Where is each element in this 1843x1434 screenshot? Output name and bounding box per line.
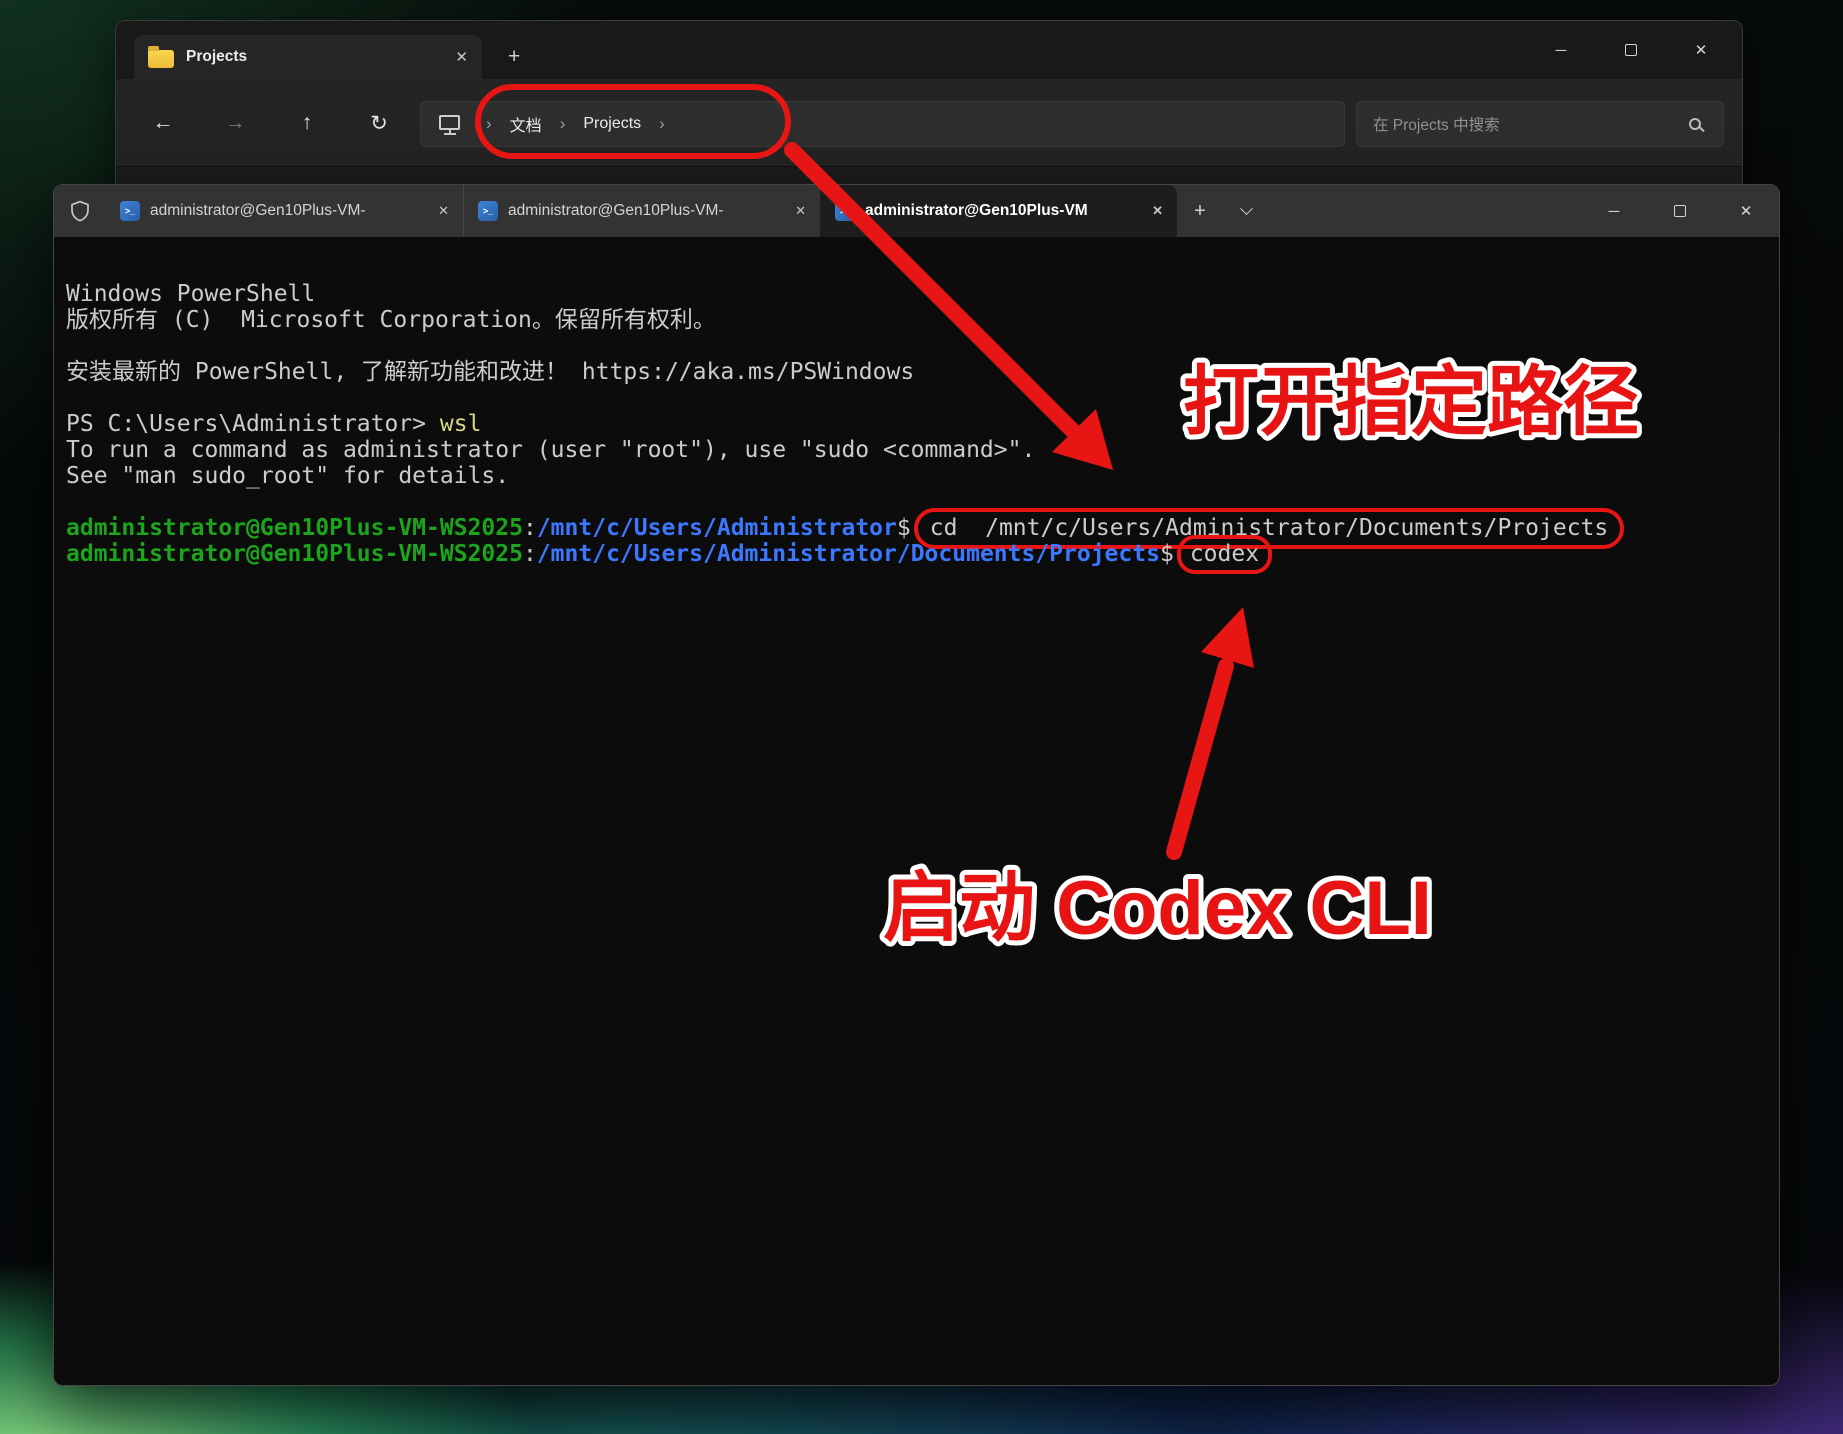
terminal-tab[interactable]: >_ administrator@Gen10Plus-VM- ✕ [463,185,820,237]
terminal-minimize-button[interactable]: ─ [1581,185,1647,237]
address-bar[interactable]: › 文档 › Projects › [420,101,1345,147]
terminal-tabbar: >_ administrator@Gen10Plus-VM- ✕ >_ administ… [54,185,1779,237]
explorer-minimize-button[interactable]: ─ [1526,27,1596,73]
chevron-down-icon [1240,202,1253,215]
chevron-right-icon[interactable]: › [548,114,578,134]
explorer-close-button[interactable]: ✕ [1666,27,1736,73]
terminal-text: 安装最新的 PowerShell, 了解新功能和改进！ https://aka.… [66,359,914,385]
terminal-close-button[interactable]: ✕ [1713,185,1779,237]
terminal-line: Windows PowerShell [66,281,1765,307]
terminal-text: administrator@Gen10Plus-VM-WS2025 [66,515,523,541]
forward-button[interactable]: → [214,111,256,135]
terminal-line [66,385,1765,411]
explorer-toolbar: ← → ↑ ↻ › 文档 › Projects › 在 Projects 中搜索 [116,79,1742,167]
explorer-tab-close-icon[interactable]: ✕ [455,50,468,65]
terminal-tab-label: administrator@Gen10Plus-VM [865,202,1142,220]
explorer-tab-projects[interactable]: Projects ✕ [134,35,482,79]
windows-terminal-window: >_ administrator@Gen10Plus-VM- ✕ >_ administ… [53,184,1780,1386]
terminal-text: : [523,515,537,541]
terminal-line: To run a command as administrator (user … [66,437,1765,463]
explorer-nav-buttons: ← → ↑ ↻ [142,79,400,167]
explorer-titlebar: Projects ✕ + ─ ✕ [116,21,1742,79]
powershell-icon: >_ [478,201,498,221]
desktop-wallpaper: Projects ✕ + ─ ✕ ← → ↑ ↻ › 文档 › Proj [0,0,1843,1434]
breadcrumb-item-documents[interactable]: 文档 [508,110,544,138]
back-button[interactable]: ← [142,111,184,135]
terminal-tab[interactable]: >_ administrator@Gen10Plus-VM ✕ [820,185,1177,237]
powershell-icon: >_ [835,201,855,221]
refresh-button[interactable]: ↻ [358,111,400,136]
terminal-text: $ [1160,541,1174,567]
terminal-text: : [523,541,537,567]
tab-close-icon[interactable]: ✕ [438,203,449,219]
explorer-search-box[interactable]: 在 Projects 中搜索 [1356,101,1724,147]
terminal-text: Windows PowerShell [66,281,315,307]
terminal-line [66,333,1765,359]
terminal-text: 版权所有 (C) Microsoft Corporation。保留所有权利。 [66,307,716,333]
terminal-line: administrator@Gen10Plus-VM-WS2025:/mnt/c… [66,515,1765,541]
terminal-text: wsl [440,411,482,437]
terminal-text: $ [897,515,911,541]
terminal-tab-strip: >_ administrator@Gen10Plus-VM- ✕ >_ administ… [106,185,1177,237]
terminal-maximize-button[interactable] [1647,185,1713,237]
terminal-new-tab-button[interactable]: + [1177,185,1223,237]
terminal-line: PS C:\Users\Administrator> wsl [66,411,1765,437]
terminal-line: 安装最新的 PowerShell, 了解新功能和改进！ https://aka.… [66,359,1765,385]
chevron-right-icon[interactable]: › [647,114,677,134]
terminal-text: To run a command as administrator (user … [66,437,1035,463]
codex-command-highlight: codex [1177,535,1272,574]
folder-icon [148,50,174,68]
search-icon [1689,118,1701,130]
chevron-right-icon[interactable]: › [474,114,504,134]
terminal-dropdown-button[interactable] [1223,185,1269,237]
terminal-text: See "man sudo_root" for details. [66,463,509,489]
tab-close-icon[interactable]: ✕ [1152,203,1163,219]
explorer-maximize-button[interactable] [1596,27,1666,73]
terminal-tab-label: administrator@Gen10Plus-VM- [150,202,428,220]
terminal-text: administrator@Gen10Plus-VM-WS2025 [66,541,523,567]
terminal-text: PS C:\Users\Administrator> [66,411,440,437]
terminal-text: /mnt/c/Users/Administrator/Documents/Pro… [537,541,1160,567]
explorer-new-tab-button[interactable]: + [508,45,520,69]
maximize-icon [1625,44,1637,56]
terminal-text: /mnt/c/Users/Administrator [537,515,897,541]
breadcrumb-item-projects[interactable]: Projects [581,113,643,135]
admin-shield-icon [54,185,106,237]
explorer-window-controls: ─ ✕ [1526,21,1736,79]
tab-close-icon[interactable]: ✕ [795,203,806,219]
terminal-screen: Windows PowerShell版权所有 (C) Microsoft Cor… [54,237,1779,567]
this-pc-icon [439,115,460,130]
terminal-line: See "man sudo_root" for details. [66,463,1765,489]
terminal-line: 版权所有 (C) Microsoft Corporation。保留所有权利。 [66,307,1765,333]
up-button[interactable]: ↑ [286,111,328,135]
powershell-icon: >_ [120,201,140,221]
terminal-tab-label: administrator@Gen10Plus-VM- [508,202,785,220]
maximize-icon [1674,205,1686,217]
terminal-tab[interactable]: >_ administrator@Gen10Plus-VM- ✕ [106,185,463,237]
terminal-window-controls: ─ ✕ [1581,185,1779,237]
tabbar-spacer [1269,185,1581,237]
explorer-tab-title: Projects [186,48,443,66]
search-placeholder: 在 Projects 中搜索 [1373,113,1689,135]
